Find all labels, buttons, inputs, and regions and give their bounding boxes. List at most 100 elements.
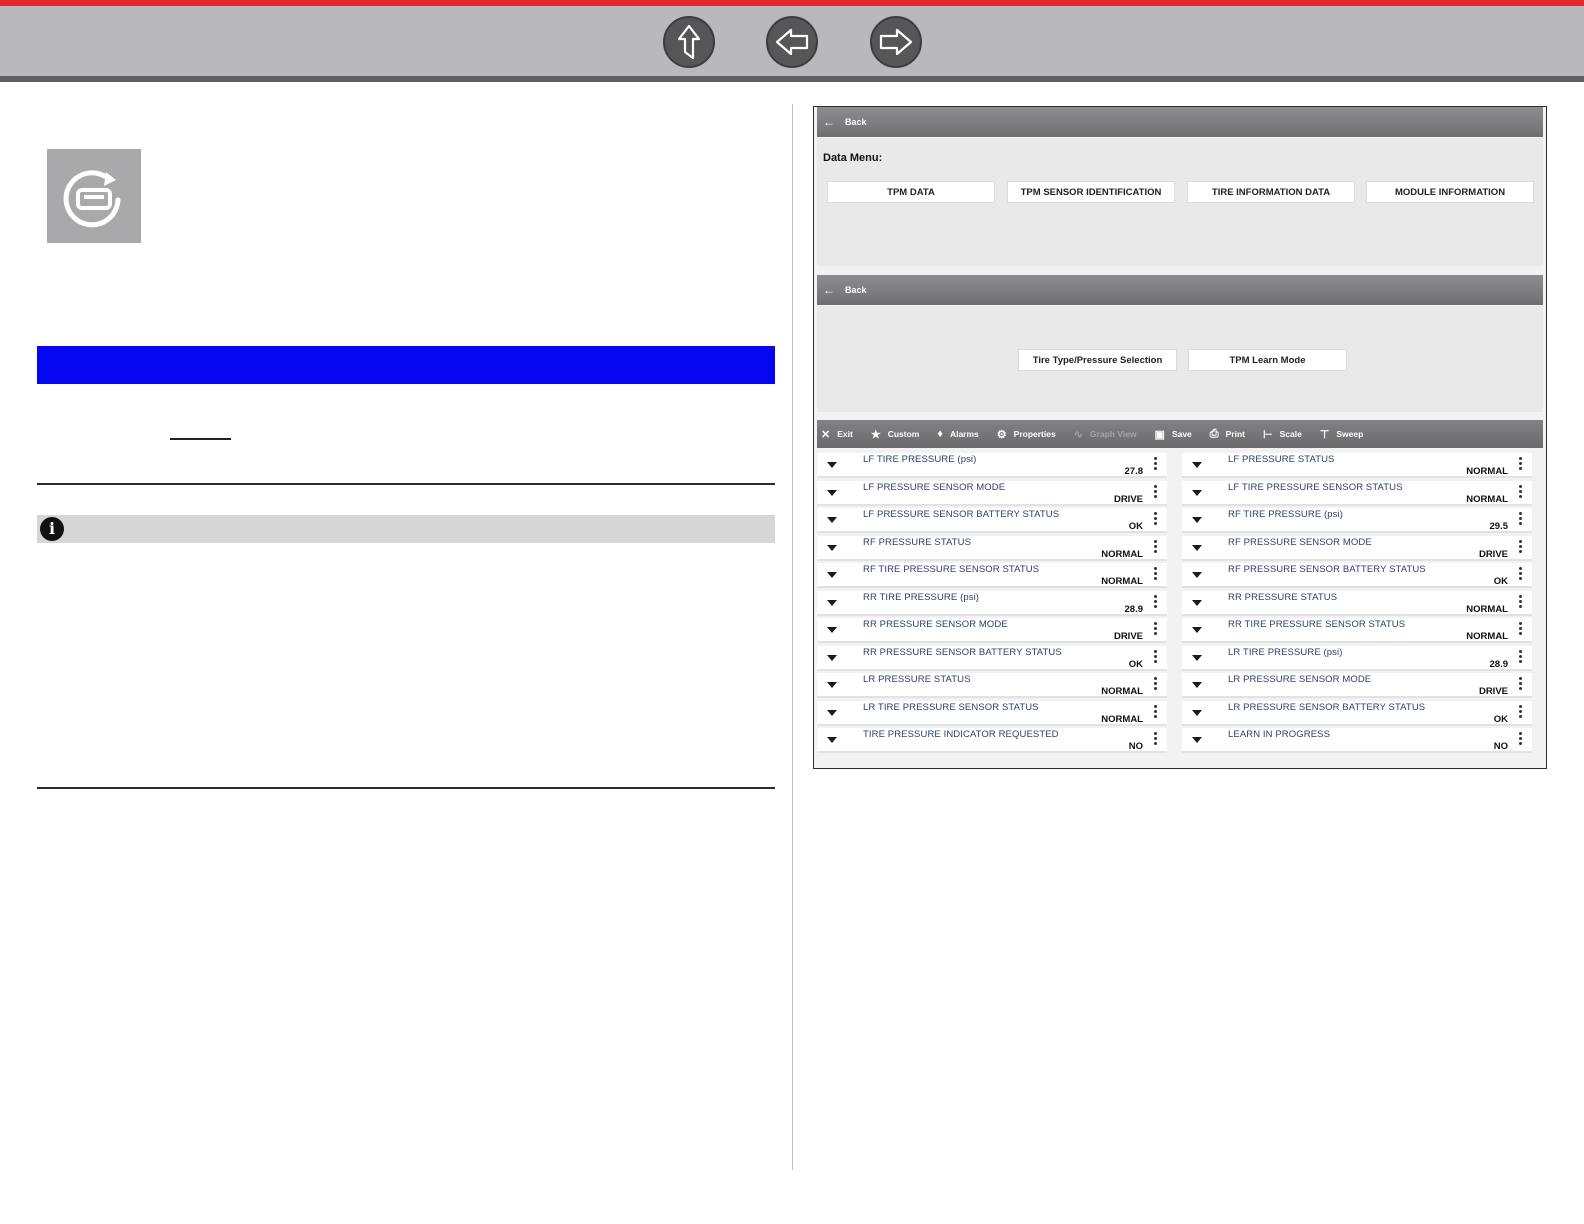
expand-caret-icon[interactable] (827, 737, 837, 743)
expand-caret-icon[interactable] (827, 654, 837, 661)
more-options-icon[interactable] (1519, 484, 1522, 500)
more-options-icon[interactable] (1154, 704, 1157, 720)
more-options-icon[interactable] (1519, 539, 1522, 555)
expand-caret-icon[interactable] (827, 489, 837, 496)
pid-row[interactable]: RF PRESSURE STATUS NORMAL (817, 535, 1167, 561)
more-options-icon[interactable] (1154, 567, 1157, 582)
pid-row[interactable]: LF TIRE PRESSURE SENSOR STATUS NORMAL (1182, 480, 1532, 506)
pid-row[interactable]: RF TIRE PRESSURE (psi) 29.5 (1182, 508, 1532, 533)
expand-caret-icon[interactable] (1192, 682, 1202, 688)
exit-button[interactable]: ✕ Exit (817, 428, 853, 441)
pid-row[interactable]: RR TIRE PRESSURE SENSOR STATUS NORMAL (1182, 618, 1532, 643)
up-arrow-button[interactable] (663, 16, 715, 68)
back-button[interactable]: Back (845, 285, 867, 295)
more-options-icon[interactable] (1519, 704, 1522, 720)
more-options-icon[interactable] (1154, 594, 1157, 610)
expand-caret-icon[interactable] (1192, 462, 1202, 468)
alarms-button[interactable]: ♦ Alarms (933, 428, 978, 440)
more-options-icon[interactable] (1519, 622, 1522, 637)
more-options-icon[interactable] (1519, 512, 1522, 527)
forward-page-button[interactable] (870, 16, 922, 68)
print-label: Print (1225, 429, 1245, 439)
more-options-icon[interactable] (1154, 622, 1157, 637)
print-button[interactable]: ⎙ Print (1206, 428, 1245, 441)
more-options-icon[interactable] (1519, 677, 1522, 692)
graph-view-button[interactable]: ∿ Graph View (1070, 428, 1137, 441)
more-options-icon[interactable] (1519, 567, 1522, 582)
pid-row[interactable]: RF PRESSURE SENSOR MODE DRIVE (1182, 535, 1532, 561)
pid-row[interactable]: LF PRESSURE SENSOR MODE DRIVE (817, 480, 1167, 506)
back-page-button[interactable] (766, 16, 818, 68)
expand-caret-icon[interactable] (827, 572, 837, 578)
pid-row[interactable]: LR PRESSURE SENSOR BATTERY STATUS OK (1182, 700, 1532, 726)
expand-caret-icon[interactable] (1192, 654, 1202, 661)
pid-value: NORMAL (1466, 466, 1508, 477)
custom-label: Custom (887, 429, 920, 439)
back-arrow-icon[interactable]: ← (823, 284, 837, 296)
expand-caret-icon[interactable] (1192, 489, 1202, 496)
pid-row[interactable]: RF TIRE PRESSURE SENSOR STATUS NORMAL (817, 563, 1167, 588)
scale-button[interactable]: ⊢ Scale (1259, 428, 1302, 441)
pid-row[interactable]: LEARN IN PROGRESS NO (1182, 728, 1532, 753)
save-label: Save (1171, 429, 1192, 439)
tpm-sensor-identification-button[interactable]: TPM SENSOR IDENTIFICATION (1007, 181, 1175, 203)
pid-row[interactable]: LR TIRE PRESSURE (psi) 28.9 (1182, 645, 1532, 671)
hyperlink-underline[interactable] (170, 438, 231, 440)
back-arrow-icon[interactable]: ← (823, 116, 837, 128)
tpm-learn-mode-button[interactable]: TPM Learn Mode (1188, 349, 1347, 371)
expand-caret-icon[interactable] (827, 462, 837, 468)
more-options-icon[interactable] (1154, 649, 1157, 665)
module-information-button[interactable]: MODULE INFORMATION (1366, 181, 1534, 203)
divider-line (37, 787, 775, 789)
more-options-icon[interactable] (1519, 594, 1522, 610)
pid-row[interactable]: RR PRESSURE SENSOR BATTERY STATUS OK (817, 645, 1167, 671)
pid-row[interactable]: LR TIRE PRESSURE SENSOR STATUS NORMAL (817, 700, 1167, 726)
more-options-icon[interactable] (1519, 649, 1522, 665)
expand-caret-icon[interactable] (827, 599, 837, 606)
expand-caret-icon[interactable] (827, 627, 837, 633)
more-options-icon[interactable] (1154, 457, 1157, 472)
tpm-data-button[interactable]: TPM DATA (827, 181, 995, 203)
pid-row[interactable]: LR PRESSURE STATUS NORMAL (817, 673, 1167, 698)
expand-caret-icon[interactable] (1192, 572, 1202, 578)
pid-row[interactable]: RR TIRE PRESSURE (psi) 28.9 (817, 590, 1167, 616)
more-options-icon[interactable] (1154, 539, 1157, 555)
tire-type-pressure-selection-button[interactable]: Tire Type/Pressure Selection (1018, 349, 1177, 371)
expand-caret-icon[interactable] (827, 682, 837, 688)
pid-value: DRIVE (1113, 631, 1143, 642)
pid-row[interactable]: LF PRESSURE SENSOR BATTERY STATUS OK (817, 508, 1167, 533)
pid-row[interactable]: LR PRESSURE SENSOR MODE DRIVE (1182, 673, 1532, 698)
expand-caret-icon[interactable] (827, 544, 837, 551)
pid-name: LR PRESSURE STATUS (863, 674, 971, 685)
more-options-icon[interactable] (1519, 457, 1522, 472)
expand-caret-icon[interactable] (1192, 627, 1202, 633)
expand-caret-icon[interactable] (827, 709, 837, 716)
pid-row[interactable]: LF TIRE PRESSURE (psi) 27.8 (817, 453, 1167, 478)
more-options-icon[interactable] (1519, 732, 1522, 747)
expand-caret-icon[interactable] (1192, 709, 1202, 716)
back-button[interactable]: Back (845, 117, 867, 127)
expand-caret-icon[interactable] (1192, 737, 1202, 743)
custom-button[interactable]: ★ Custom (867, 428, 920, 441)
properties-button[interactable]: ⚙ Properties (993, 428, 1056, 441)
pid-name: RR TIRE PRESSURE (psi) (863, 591, 980, 603)
tire-information-data-button[interactable]: TIRE INFORMATION DATA (1187, 181, 1355, 203)
pid-name: RF TIRE PRESSURE (psi) (1228, 509, 1343, 520)
pid-row[interactable]: LF PRESSURE STATUS NORMAL (1182, 453, 1532, 478)
pid-row[interactable]: TIRE PRESSURE INDICATOR REQUESTED NO (817, 728, 1167, 753)
expand-caret-icon[interactable] (1192, 517, 1202, 523)
pid-name: RR PRESSURE STATUS (1228, 591, 1338, 603)
more-options-icon[interactable] (1154, 677, 1157, 692)
pid-value: NO (1493, 741, 1508, 752)
more-options-icon[interactable] (1154, 732, 1157, 747)
pid-row[interactable]: RR PRESSURE STATUS NORMAL (1182, 590, 1532, 616)
pid-row[interactable]: RR PRESSURE SENSOR MODE DRIVE (817, 618, 1167, 643)
pid-row[interactable]: RF PRESSURE SENSOR BATTERY STATUS OK (1182, 563, 1532, 588)
more-options-icon[interactable] (1154, 512, 1157, 527)
sweep-button[interactable]: ⊤ Sweep (1316, 428, 1364, 441)
more-options-icon[interactable] (1154, 484, 1157, 500)
expand-caret-icon[interactable] (1192, 544, 1202, 551)
save-button[interactable]: ▣ Save (1151, 428, 1192, 441)
expand-caret-icon[interactable] (827, 517, 837, 523)
expand-caret-icon[interactable] (1192, 599, 1202, 606)
